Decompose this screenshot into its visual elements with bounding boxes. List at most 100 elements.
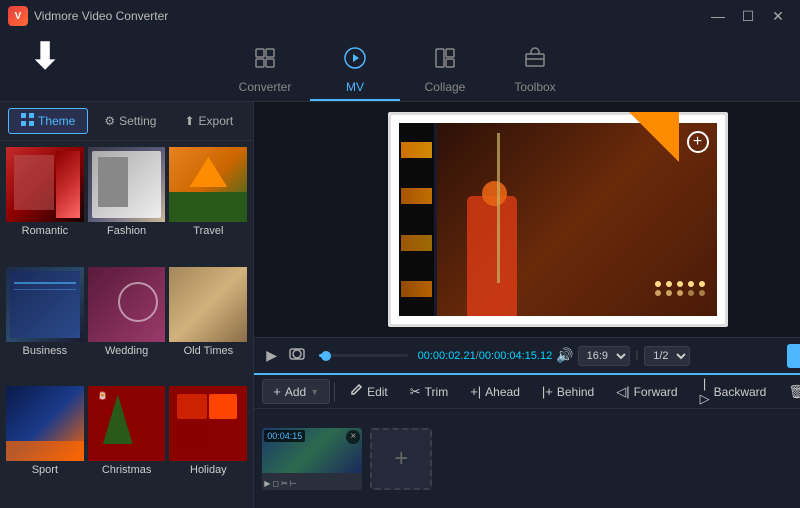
list-item[interactable]: Business [6, 267, 84, 383]
behind-button[interactable]: |+ Behind [532, 380, 604, 403]
ahead-button[interactable]: +| Ahead [460, 380, 530, 403]
add-label: Add [285, 385, 306, 399]
titlebar-title: Vidmore Video Converter [34, 9, 168, 23]
theme-label-oldtimes: Old Times [169, 342, 247, 360]
titlebar-left: V Vidmore Video Converter [8, 6, 168, 26]
progress-bar[interactable] [319, 354, 408, 357]
subtab-setting[interactable]: ⚙ Setting [92, 110, 168, 132]
timeline-clip[interactable]: 00:04:15 × ▶ ◻ ✂ ⊢ [262, 428, 362, 490]
toolbar-separator-1 [334, 382, 335, 402]
subtab-theme[interactable]: Theme [8, 108, 88, 134]
list-item[interactable]: Wedding [88, 267, 166, 383]
app-icon: V [8, 6, 28, 26]
export-button[interactable]: Export [787, 344, 800, 368]
titlebar-controls: — ☐ ✕ [704, 6, 792, 26]
clip-scissors-icon[interactable]: ✂ [281, 479, 288, 488]
tab-toolbox[interactable]: Toolbox [490, 41, 580, 101]
progress-dot [321, 351, 331, 361]
forward-label: Forward [634, 385, 678, 399]
aspect-ratio-select[interactable]: 16:9 4:3 1:1 [578, 346, 630, 366]
mv-icon [343, 46, 367, 76]
add-button[interactable]: + Add ▼ [262, 379, 330, 404]
clip-play-icon[interactable]: ▶ [264, 479, 270, 488]
edit-label: Edit [367, 385, 388, 399]
theme-thumbnail-christmas: 🎅 [88, 386, 166, 461]
list-item[interactable]: Sport [6, 386, 84, 502]
theme-grid: Romantic Fashion Travel [0, 141, 253, 508]
tab-converter-label: Converter [239, 80, 292, 94]
ahead-label: Ahead [485, 385, 520, 399]
theme-label-business: Business [6, 342, 84, 360]
maximize-button[interactable]: ☐ [734, 6, 762, 26]
clip-split-icon[interactable]: ⊢ [290, 479, 297, 488]
theme-thumbnail-sport [6, 386, 84, 461]
theme-label-fashion: Fashion [88, 222, 166, 240]
export-arrow-icon: ⬆ [184, 114, 194, 128]
theme-thumbnail-oldtimes [169, 267, 247, 342]
backward-button[interactable]: |▷ Backward [690, 372, 777, 411]
tab-converter[interactable]: Converter [220, 41, 310, 101]
list-item[interactable]: Old Times [169, 267, 247, 383]
list-item[interactable]: Fashion [88, 147, 166, 263]
scissors-icon: ✂ [410, 384, 421, 400]
toolbox-icon [523, 46, 547, 76]
add-dropdown-arrow: ▼ [310, 387, 319, 397]
trim-label: Trim [425, 385, 449, 399]
time-display: 00:00:02.21/00:00:04:15.12 [418, 350, 553, 362]
theme-label-romantic: Romantic [6, 222, 84, 240]
backward-label: Backward [714, 385, 767, 399]
collage-icon [433, 46, 457, 76]
theme-grid-icon [21, 113, 34, 129]
tab-collage[interactable]: Collage [400, 41, 490, 101]
gear-icon: ⚙ [104, 114, 115, 128]
screenshot-button[interactable] [285, 344, 309, 367]
theme-thumbnail-holiday [169, 386, 247, 461]
volume-icon[interactable]: 🔊 [556, 347, 573, 364]
clip-trim-icon[interactable]: ◻ [272, 479, 279, 488]
add-clip-button[interactable]: + [370, 428, 432, 490]
trash-icon: 🗑 [788, 384, 800, 400]
preview-area: + [254, 102, 800, 337]
close-button[interactable]: ✕ [764, 6, 792, 26]
controls-bar: ▶ 00:00:02.21/00:00:04:15.12 🔊 16:9 4:3 … [254, 337, 800, 373]
subtab-export-label: Export [199, 114, 234, 128]
theme-thumbnail-business [6, 267, 84, 342]
behind-label: Behind [557, 385, 594, 399]
clip-controls: ▶ ◻ ✂ ⊢ [264, 479, 296, 488]
tab-mv-label: MV [346, 80, 364, 94]
theme-label-wedding: Wedding [88, 342, 166, 360]
list-item[interactable]: Romantic [6, 147, 84, 263]
list-item[interactable]: Travel [169, 147, 247, 263]
page-select[interactable]: 1/2 1/3 1/4 [644, 346, 690, 366]
trim-button[interactable]: ✂ Trim [400, 380, 458, 404]
clip-close-button[interactable]: × [346, 430, 360, 444]
theme-label-sport: Sport [6, 461, 84, 479]
left-panel: Theme ⚙ Setting ⬆ Export Romantic [0, 102, 254, 508]
clip-duration: 00:04:15 [264, 430, 305, 442]
theme-thumbnail-fashion [88, 147, 166, 222]
deco-triangle-top-left [629, 112, 679, 162]
sub-tabs: Theme ⚙ Setting ⬆ Export [0, 102, 253, 141]
minimize-button[interactable]: — [704, 6, 732, 26]
edit-button[interactable]: Edit [339, 379, 398, 404]
list-item[interactable]: Holiday [169, 386, 247, 502]
empty-button[interactable]: 🗑 Empty [778, 380, 800, 404]
theme-label-travel: Travel [169, 222, 247, 240]
theme-label-christmas: Christmas [88, 461, 166, 479]
toolbar: + Add ▼ Edit ✂ Trim +| Ahead [254, 373, 800, 409]
subtab-setting-label: Setting [119, 114, 156, 128]
nav-tabs: ⬇ Converter MV Colla [0, 32, 800, 102]
tab-mv[interactable]: MV [310, 41, 400, 101]
theme-thumbnail-romantic [6, 147, 84, 222]
forward-icon: ◁| [616, 384, 629, 400]
list-item[interactable]: 🎅 Christmas [88, 386, 166, 502]
behind-icon: |+ [542, 384, 553, 399]
download-arrow-icon: ⬇ [30, 38, 60, 74]
add-icon: + [273, 384, 281, 399]
play-button[interactable]: ▶ [262, 345, 281, 366]
forward-button[interactable]: ◁| Forward [606, 380, 687, 404]
add-media-button[interactable]: + [687, 131, 709, 153]
subtab-theme-label: Theme [38, 114, 75, 128]
ahead-icon: +| [470, 384, 481, 399]
subtab-export[interactable]: ⬆ Export [172, 110, 245, 132]
